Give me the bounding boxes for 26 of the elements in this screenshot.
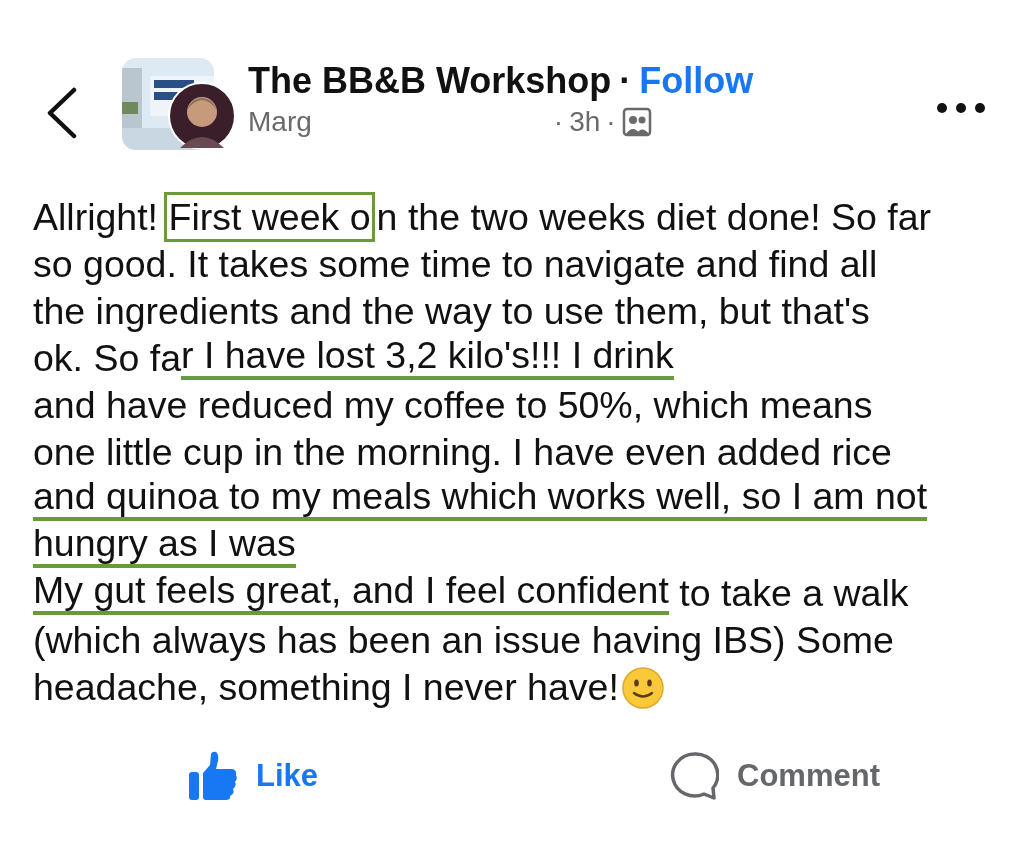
avatar[interactable] xyxy=(168,82,236,150)
separator-dot: · xyxy=(606,106,616,138)
post-text-line: and have reduced my coffee to 50%, which means xyxy=(33,383,873,428)
post-text-line: hungry as I was xyxy=(33,523,296,570)
smiley-icon xyxy=(620,666,665,710)
post-text-line: My gut feels great, and I feel confident to take a walk xyxy=(33,570,909,617)
more-icon[interactable] xyxy=(936,102,986,114)
separator-dot: · xyxy=(553,106,564,138)
page-name[interactable]: The BB&B Workshop xyxy=(248,60,612,102)
post-text-line: the ingredients and the way to use them, but that's xyxy=(33,289,870,334)
thumbs-up-icon xyxy=(188,751,238,801)
post-text-line: so good. It takes some time to navigate and find all xyxy=(33,242,878,287)
comment-button[interactable]: Comment xyxy=(669,751,880,801)
speech-bubble-icon xyxy=(669,751,720,801)
separator-dot: · xyxy=(619,60,632,102)
group-members-icon xyxy=(621,107,652,137)
post-text-line: headache, something I never have! xyxy=(33,664,665,711)
post-time[interactable]: 3h xyxy=(569,106,601,138)
like-button[interactable]: Like xyxy=(188,751,319,801)
author-name[interactable]: Marg xyxy=(248,106,312,138)
post-text-line: (which always has been an issue having IBS) Some xyxy=(33,618,894,663)
post-text-line: Allright! First week o n the two weeks diet done! So far xyxy=(33,194,932,241)
post-text-line: and quinoa to my meals which works well, so I am not xyxy=(33,476,928,523)
post-text-line: one little cup in the morning. I have even added rice xyxy=(33,430,892,475)
follow-link[interactable]: Follow xyxy=(639,60,754,102)
post-text-line: ok. So far I have lost 3,2 kilo's!!! I drink xyxy=(33,335,674,382)
